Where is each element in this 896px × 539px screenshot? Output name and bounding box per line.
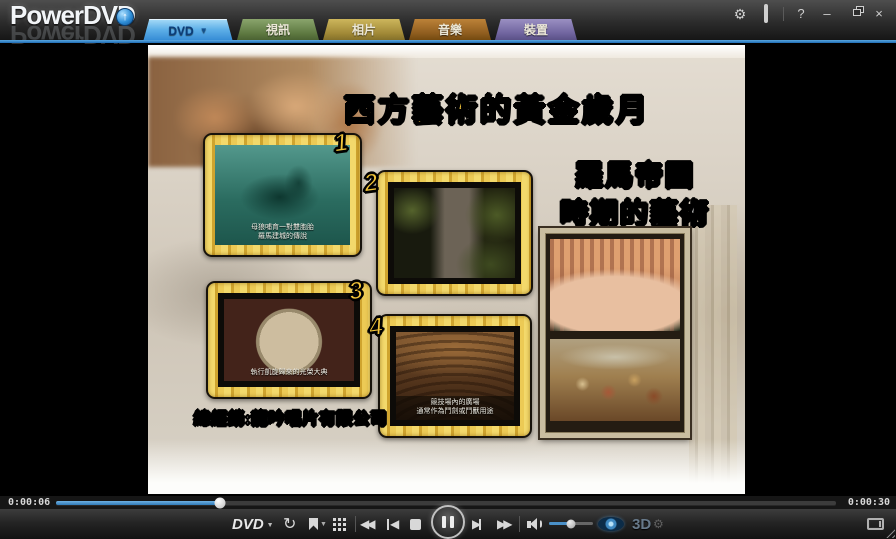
tv-icon-shape [764,4,768,23]
garden-statue-thumbnail [388,182,521,284]
stone-relief-thumbnail: 執行凱旋歸來的光榮大典 [218,293,360,387]
distributor-text: 總經銷:龍吟唱片有限公司 [194,405,387,429]
menu-item-4[interactable]: 競技場內的廣場 通常作為鬥劍或鬥獸用途 [378,314,532,438]
pause-button[interactable] [431,505,465,539]
menu-bottom-fade [148,439,745,494]
fast-forward-icon: ▶▶ [497,518,509,530]
tab-photo-label: 相片 [352,21,376,38]
divider [355,516,356,532]
next-bar-shape [479,519,481,530]
rewind-button[interactable]: ◀◀ [360,512,372,536]
menu-heading: 羅馬帝國 時期的藝術 [540,157,730,233]
display-icon [867,518,884,530]
menu-item-2[interactable] [376,170,533,296]
divider [519,516,520,532]
rewind-icon: ◀◀ [360,518,372,530]
app-logo-reflection: PowerDVD [10,22,135,48]
tab-photo[interactable]: 相片 [323,19,405,40]
repeat-icon[interactable]: ↻ [283,512,296,536]
speaker-wave-shape [538,519,542,529]
colosseum-interior-thumbnail: 競技場內的廣場 通常作為鬥劍或鬥獸用途 [390,326,520,426]
bookmark-icon[interactable]: ▼ [309,512,327,536]
menu-item-1-caption: 母狼哺育一對雙胞胎 羅馬建城的傳說 [215,223,350,241]
3d-button[interactable]: 3D [632,512,651,536]
tab-bar: DVD ▼ 視訊 相片 音樂 裝置 [143,19,581,40]
display-switch-button[interactable] [867,512,884,536]
tv-mode-icon[interactable] [757,6,775,22]
pause-icon [450,516,454,528]
menu-item-4-caption: 競技場內的廣場 通常作為鬥劍或鬥獸用途 [396,398,514,416]
resize-grip[interactable] [885,528,895,538]
fast-forward-button[interactable]: ▶▶ [497,512,509,536]
speaker-cone-shape [530,518,537,530]
stop-icon [410,519,421,530]
restore-button[interactable] [844,6,862,22]
pause-icon [442,516,446,528]
bookmark-flag-shape [309,518,318,530]
tab-device-label: 裝置 [524,21,548,38]
chevron-down-icon: ▼ [267,522,274,529]
prev-bar-shape [387,519,389,530]
accent-line [0,40,896,43]
titlebar: PowerDVD PowerDVD ↑ DVD ▼ 視訊 相片 音樂 裝置 ⚙ [0,0,896,40]
next-button[interactable]: ▶ [472,512,482,536]
divider [783,7,784,21]
tab-video[interactable]: 視訊 [237,19,319,40]
tab-music[interactable]: 音樂 [409,19,491,40]
roman-art-panel [540,228,690,438]
chapter-grid-icon[interactable] [333,512,346,536]
seek-thumb[interactable] [214,497,225,508]
seek-fill [56,501,220,505]
mute-button[interactable] [527,512,542,536]
tab-device[interactable]: 裝置 [495,19,577,40]
settings-gear-icon[interactable]: ⚙ [731,6,749,22]
help-button[interactable]: ? [792,6,810,22]
truetheater-eye-icon[interactable] [598,517,624,531]
volume-thumb[interactable] [567,519,576,528]
volume-slider[interactable] [549,522,593,525]
3d-settings-gear-icon[interactable]: ⚙ [653,512,664,536]
dvd-menu-video[interactable]: 西方藝術的黃金歲月 羅馬帝國 時期的藝術 母狼哺育一對雙胞胎 羅馬建城的傳說 1 [148,45,745,494]
menu-item-3-caption: 執行凱旋歸來的光榮大典 [224,368,354,377]
menu-heading-line1: 羅馬帝國 [540,157,730,195]
battle-painting-image [550,339,680,421]
stop-button[interactable] [410,512,421,536]
previous-icon: ◀ [390,518,396,530]
next-icon: ▶ [472,518,478,530]
tab-dvd[interactable]: DVD ▼ [143,19,233,42]
colosseum-exterior-image [550,239,680,331]
menu-item-3[interactable]: 執行凱旋歸來的光榮大典 [206,281,372,399]
control-bar: DVD ▼ ↻ ▼ ◀◀ ◀ ▶ ▶▶ [0,509,896,539]
total-time: 0:00:30 [844,497,890,508]
upgrade-icon[interactable]: ↑ [116,8,134,26]
seek-bar[interactable] [56,501,836,505]
tab-music-label: 音樂 [438,21,462,38]
dvd-menu-label: DVD [232,516,264,533]
grid-dots-shape [333,518,336,521]
wolf-statue-thumbnail: 母狼哺育一對雙胞胎 羅馬建城的傳說 [215,145,350,245]
video-stage: 西方藝術的黃金歲月 羅馬帝國 時期的藝術 母狼哺育一對雙胞胎 羅馬建城的傳說 1 [0,43,896,496]
previous-button[interactable]: ◀ [386,512,396,536]
chevron-down-icon: ▼ [320,521,327,528]
minimize-button[interactable]: – [818,6,836,22]
tab-video-label: 視訊 [266,21,290,38]
window-controls: ⚙ ? – × [731,6,888,22]
close-button[interactable]: × [870,6,888,22]
elapsed-time: 0:00:06 [8,497,52,508]
dvd-menu-button[interactable]: DVD ▼ [232,512,274,536]
powerdvd-window: PowerDVD PowerDVD ↑ DVD ▼ 視訊 相片 音樂 裝置 ⚙ [0,0,896,539]
tab-dvd-label: DVD [168,24,193,38]
menu-title: 西方藝術的黃金歲月 [344,85,650,130]
chevron-down-icon[interactable]: ▼ [200,26,208,35]
